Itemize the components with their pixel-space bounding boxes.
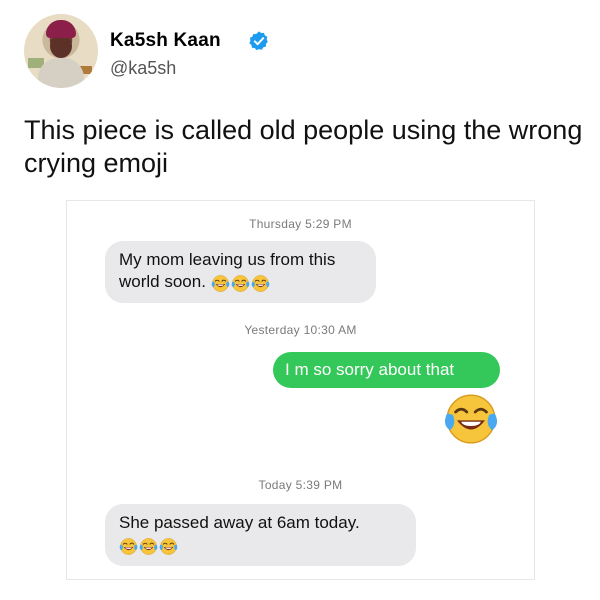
verified-badge-icon [249, 31, 268, 51]
face-with-tears-of-joy-icon [231, 274, 250, 293]
timestamp: Today 5:39 PM [258, 478, 343, 492]
face-with-tears-of-joy-icon [119, 537, 138, 556]
face-with-tears-of-joy-icon [139, 537, 158, 556]
tweet-header: Ka5sh Kaan @ka5sh [24, 14, 584, 94]
received-message-bubble: My mom leaving us from this world soon. [105, 241, 376, 303]
received-message-bubble: She passed away at 6am today. [105, 504, 416, 566]
emoji-group [211, 272, 271, 294]
display-name[interactable]: Ka5sh Kaan [110, 30, 221, 52]
user-handle[interactable]: @ka5sh [110, 58, 176, 79]
emoji-group [119, 535, 179, 557]
message-screenshot: Thursday 5:29 PM My mom leaving us from … [66, 200, 535, 580]
message-text: I m so sorry about that [285, 360, 455, 379]
face-with-tears-of-joy-icon [251, 274, 270, 293]
face-with-tears-of-joy-icon [159, 537, 178, 556]
avatar[interactable] [24, 14, 98, 88]
timestamp: Thursday 5:29 PM [249, 217, 352, 231]
timestamp: Yesterday 10:30 AM [244, 323, 357, 337]
tweet-text: This piece is called old people using th… [24, 115, 583, 178]
sent-message-bubble: I m so sorry about that [273, 352, 500, 388]
face-with-tears-of-joy-icon [211, 274, 230, 293]
face-with-tears-of-joy-icon [443, 391, 499, 447]
message-text: She passed away at 6am today. [119, 513, 360, 532]
